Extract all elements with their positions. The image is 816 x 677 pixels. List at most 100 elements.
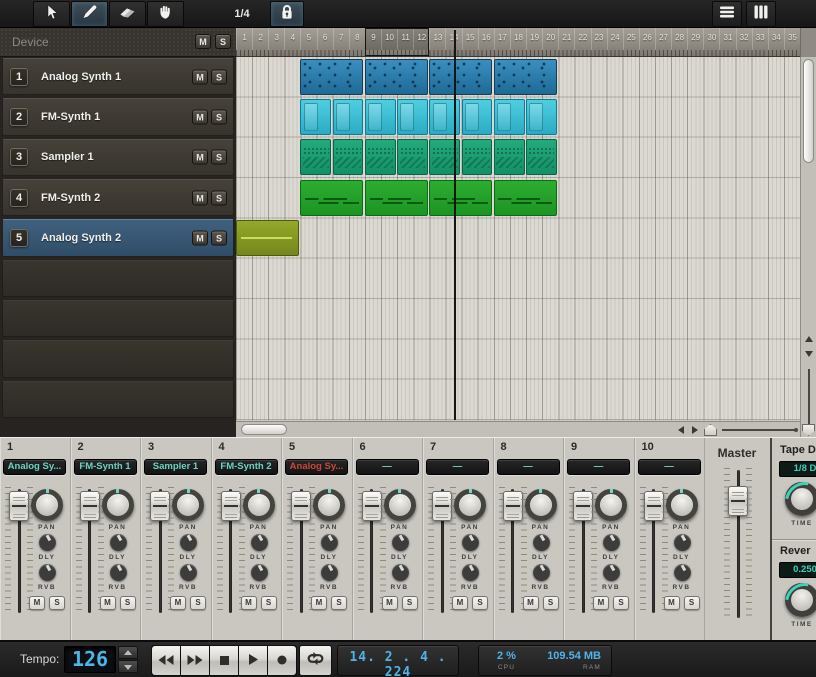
channel-name-display[interactable]: — — [356, 459, 419, 475]
empty-track-slot[interactable] — [2, 340, 234, 377]
pan-knob[interactable] — [454, 489, 486, 521]
arrange-grid[interactable] — [236, 57, 800, 420]
ruler-bar-8[interactable]: 8 — [349, 28, 365, 50]
channel-name-display[interactable]: Sampler 1 — [144, 459, 207, 475]
channel-mute-button[interactable]: M — [664, 596, 680, 610]
clip-track-1[interactable] — [494, 59, 557, 95]
ruler-bar-7[interactable]: 7 — [333, 28, 349, 50]
ruler-bar-35[interactable]: 35 — [784, 28, 800, 50]
horizontal-scrollbar[interactable] — [236, 421, 800, 437]
clip-track-3[interactable] — [397, 139, 428, 175]
clip-track-5[interactable] — [236, 220, 299, 256]
channel-mute-button[interactable]: M — [29, 596, 45, 610]
clip-track-3[interactable] — [300, 139, 331, 175]
fader-handle[interactable] — [291, 491, 311, 521]
track-solo-button[interactable]: S — [211, 69, 227, 84]
master-track-solo-button[interactable]: S — [215, 34, 231, 49]
ruler-bar-25[interactable]: 25 — [623, 28, 639, 50]
scroll-down-arrow-icon[interactable] — [805, 351, 813, 357]
channel-solo-button[interactable]: S — [190, 596, 206, 610]
reverb-send-knob[interactable] — [533, 564, 550, 581]
ruler-bar-2[interactable]: 2 — [252, 28, 268, 50]
song-position-display[interactable]: 14. 2 . 4 . 224 BARS BEATS 1/16 TICKS — [337, 645, 459, 676]
channel-solo-button[interactable]: S — [684, 596, 700, 610]
empty-track-slot[interactable] — [2, 260, 234, 297]
pan-knob[interactable] — [243, 489, 275, 521]
loop-toggle-button[interactable] — [299, 645, 332, 676]
eraser-tool-button[interactable] — [109, 1, 146, 27]
ruler-bar-26[interactable]: 26 — [639, 28, 655, 50]
lock-button[interactable] — [270, 1, 304, 27]
track-solo-button[interactable]: S — [211, 109, 227, 124]
ruler-bar-24[interactable]: 24 — [607, 28, 623, 50]
channel-mute-button[interactable]: M — [100, 596, 116, 610]
horizontal-scrollbar-thumb[interactable] — [241, 424, 287, 435]
fader-handle[interactable] — [221, 491, 241, 521]
track-solo-button[interactable]: S — [211, 150, 227, 165]
delay-send-knob[interactable] — [321, 534, 338, 551]
reverb-send-knob[interactable] — [110, 564, 127, 581]
track-row-3[interactable]: 3Sampler 1MS — [2, 139, 234, 176]
channel-mute-button[interactable]: M — [452, 596, 468, 610]
track-row-2[interactable]: 2FM-Synth 1MS — [2, 98, 234, 135]
fader-handle[interactable] — [432, 491, 452, 521]
channel-mute-button[interactable]: M — [523, 596, 539, 610]
clip-track-4[interactable] — [429, 180, 492, 216]
reverb-value-display[interactable]: 0.250 — [779, 562, 816, 578]
track-solo-button[interactable]: S — [211, 230, 227, 245]
ruler-bar-17[interactable]: 17 — [494, 28, 510, 50]
fader-handle[interactable] — [573, 491, 593, 521]
tempo-increase-button[interactable] — [118, 646, 138, 659]
vertical-zoom-slider[interactable] — [808, 369, 810, 425]
ruler-bar-19[interactable]: 19 — [526, 28, 542, 50]
rewind-button[interactable] — [152, 646, 180, 675]
channel-mute-button[interactable]: M — [311, 596, 327, 610]
reverb-send-knob[interactable] — [321, 564, 338, 581]
track-row-1[interactable]: 1Analog Synth 1MS — [2, 58, 234, 95]
pan-knob[interactable] — [525, 489, 557, 521]
channel-name-display[interactable]: — — [567, 459, 630, 475]
pan-knob[interactable] — [595, 489, 627, 521]
timeline-ruler[interactable]: 1234567891011121314151617181920212223242… — [236, 28, 800, 57]
delay-send-knob[interactable] — [39, 534, 56, 551]
ruler-bar-28[interactable]: 28 — [671, 28, 687, 50]
pencil-tool-button[interactable] — [71, 1, 108, 27]
reverb-send-knob[interactable] — [180, 564, 197, 581]
fader-handle[interactable] — [503, 491, 523, 521]
ruler-bar-5[interactable]: 5 — [300, 28, 316, 50]
menu-button[interactable] — [712, 1, 742, 27]
channel-solo-button[interactable]: S — [543, 596, 559, 610]
ruler-bar-16[interactable]: 16 — [478, 28, 494, 50]
channel-mute-button[interactable]: M — [241, 596, 257, 610]
master-track-mute-button[interactable]: M — [195, 34, 211, 49]
clip-track-2[interactable] — [365, 99, 396, 135]
ruler-bar-32[interactable]: 32 — [736, 28, 752, 50]
ruler-bar-1[interactable]: 1 — [236, 28, 252, 50]
pan-knob[interactable] — [384, 489, 416, 521]
ruler-bar-34[interactable]: 34 — [768, 28, 784, 50]
clip-track-2[interactable] — [526, 99, 557, 135]
track-row-5[interactable]: 5Analog Synth 2MS — [2, 219, 234, 256]
mixer-view-button[interactable] — [746, 1, 776, 27]
track-mute-button[interactable]: M — [192, 69, 208, 84]
pan-knob[interactable] — [102, 489, 134, 521]
clip-track-2[interactable] — [397, 99, 428, 135]
track-mute-button[interactable]: M — [192, 190, 208, 205]
delay-send-knob[interactable] — [533, 534, 550, 551]
fader-handle[interactable] — [150, 491, 170, 521]
pan-knob[interactable] — [313, 489, 345, 521]
channel-name-display[interactable]: — — [426, 459, 489, 475]
select-tool-button[interactable] — [33, 1, 70, 27]
pan-knob[interactable] — [666, 489, 698, 521]
channel-solo-button[interactable]: S — [402, 596, 418, 610]
vertical-scrollbar[interactable] — [800, 57, 816, 437]
horizontal-zoom-slider[interactable] — [722, 429, 796, 431]
track-solo-button[interactable]: S — [211, 190, 227, 205]
reverb-send-knob[interactable] — [462, 564, 479, 581]
channel-solo-button[interactable]: S — [472, 596, 488, 610]
stop-button[interactable] — [210, 646, 238, 675]
channel-mute-button[interactable]: M — [170, 596, 186, 610]
delay-send-knob[interactable] — [462, 534, 479, 551]
ruler-bar-23[interactable]: 23 — [591, 28, 607, 50]
clip-track-4[interactable] — [494, 180, 557, 216]
